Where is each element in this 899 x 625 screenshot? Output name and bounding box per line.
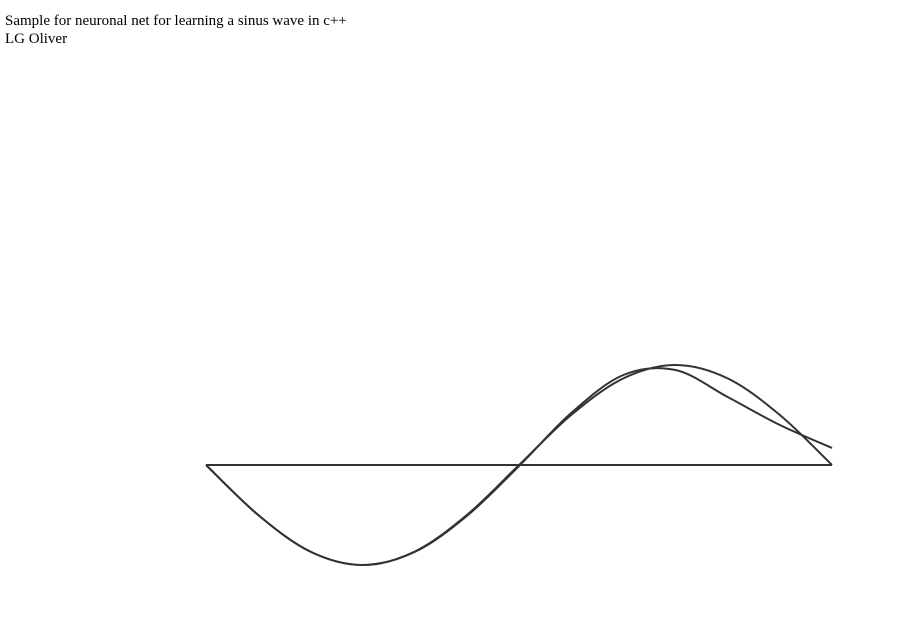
page: Sample for neuronal net for learning a s…: [0, 0, 899, 625]
series-line-2: [205, 367, 833, 567]
sine-chart: [205, 364, 833, 567]
